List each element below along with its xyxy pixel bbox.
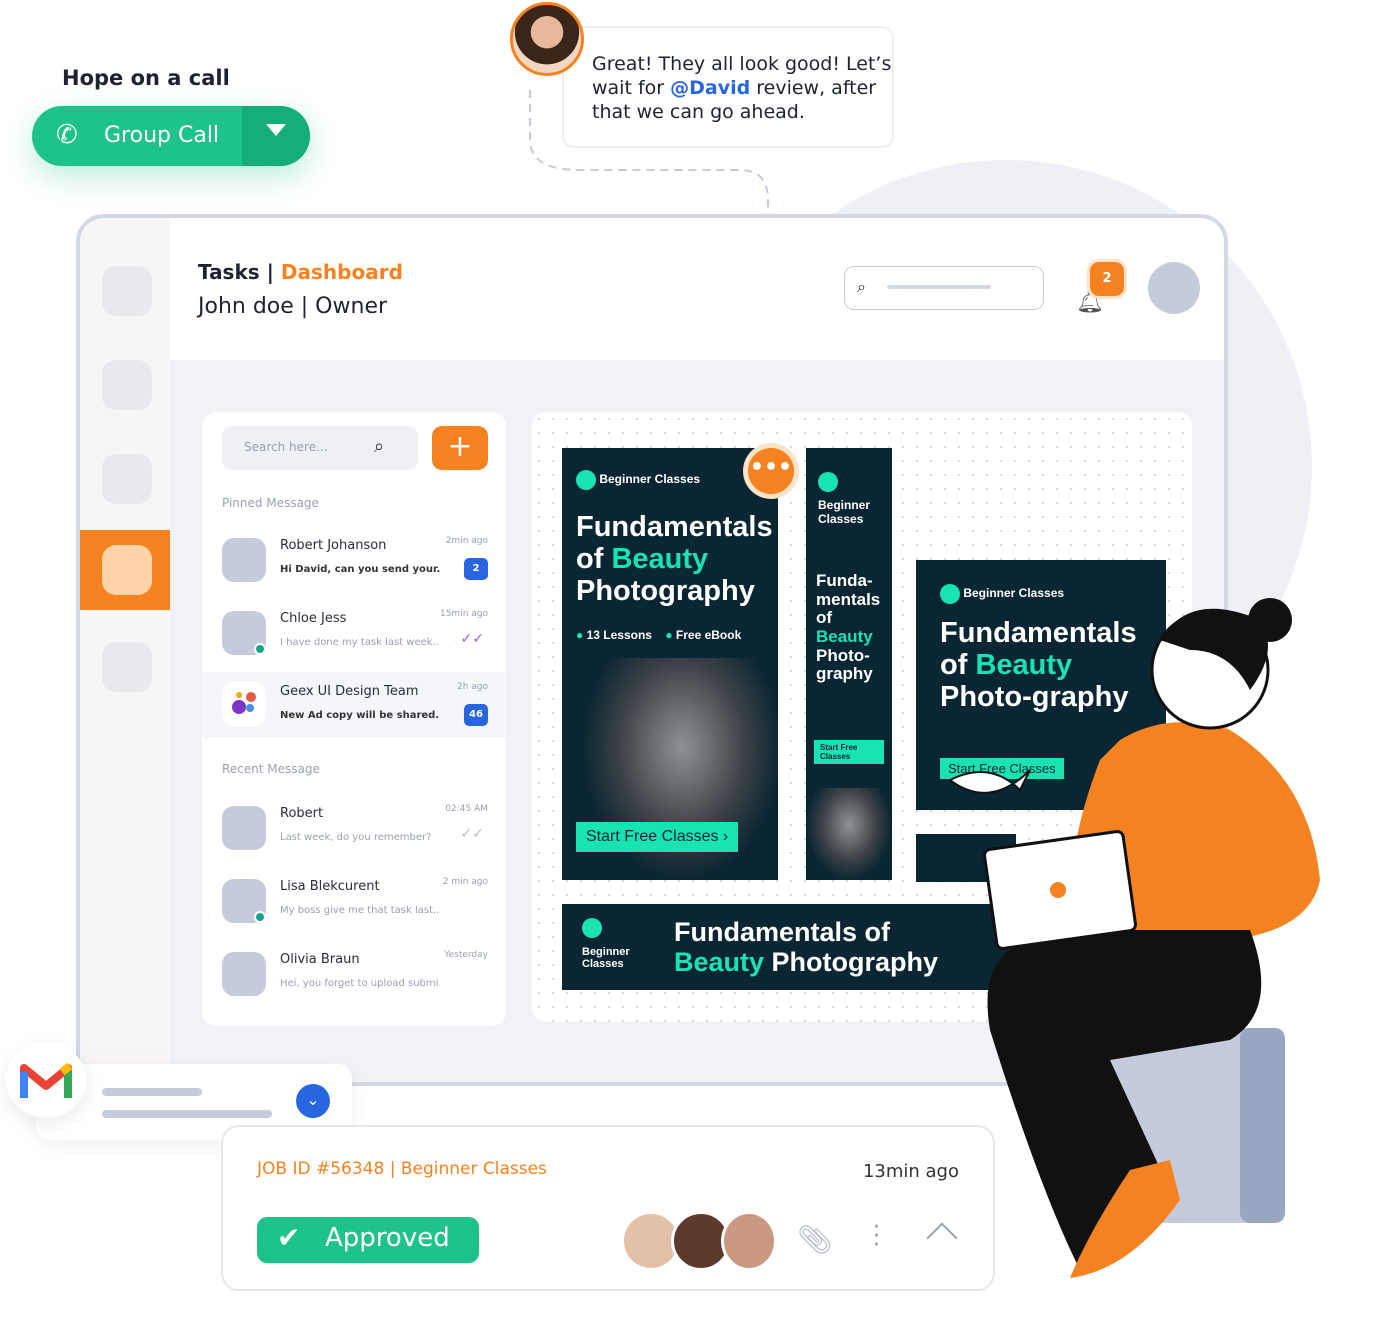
commenter-avatar: [510, 2, 584, 76]
online-indicator: [254, 643, 266, 655]
breadcrumb-dashboard[interactable]: Dashboard: [281, 260, 403, 284]
pinned-label: Pinned Message: [222, 496, 319, 510]
search-icon: ⌕: [374, 436, 385, 457]
notification-badge: 2: [1090, 262, 1124, 296]
mention-link[interactable]: @David: [670, 77, 750, 99]
caret-down-icon: [266, 124, 286, 136]
list-item[interactable]: Geex UI Design Team New Ad copy will be s…: [202, 672, 506, 738]
start-free-classes-button[interactable]: Start Free Classes ›: [576, 822, 739, 852]
ad-banner-tall[interactable]: Beginner Classes Fundamentals of Beauty …: [562, 448, 778, 880]
list-item[interactable]: Chloe Jess I have done my task last week.…: [202, 605, 506, 671]
double-check-icon: ✓✓: [460, 826, 484, 842]
job-time: 13min ago: [862, 1161, 959, 1182]
sidebar-item-5[interactable]: [102, 642, 152, 692]
sidebar-item-3[interactable]: [102, 454, 152, 504]
sidebar: [80, 218, 170, 1082]
user-role: John doe | Owner: [198, 294, 388, 319]
header: [170, 218, 1224, 360]
sidebar-item-1[interactable]: [102, 266, 152, 316]
messages-panel: Search here... ⌕ + Pinned Message Robert…: [202, 412, 506, 1026]
message-search-input[interactable]: Search here...: [222, 426, 418, 470]
chevron-down-icon[interactable]: ⌄: [296, 1084, 330, 1118]
more-vertical-icon[interactable]: · · ·: [873, 1217, 880, 1257]
gmail-icon: [6, 1042, 86, 1118]
user-avatar[interactable]: [1148, 262, 1200, 314]
unread-badge: 46: [464, 704, 488, 726]
approved-button[interactable]: ✔ Approved: [257, 1217, 479, 1263]
group-call-dropdown[interactable]: [242, 106, 310, 166]
check-icon: ✔: [277, 1221, 301, 1254]
phone-icon: ✆: [56, 120, 78, 150]
list-item[interactable]: Robert Johanson Hi David, can you send yo…: [202, 532, 506, 598]
chevron-up-icon[interactable]: [926, 1222, 958, 1254]
job-title: JOB ID #56348 | Beginner Classes: [257, 1159, 547, 1179]
breadcrumb: Tasks | Dashboard: [198, 260, 403, 284]
header-search-input[interactable]: ⌕: [844, 266, 1044, 310]
more-options-icon[interactable]: •••: [748, 448, 794, 494]
chat-bubble: Great! They all look good! Let’s wait fo…: [562, 26, 894, 148]
list-item[interactable]: Olivia Braun Hei, you forget to upload su…: [202, 946, 506, 1012]
call-heading: Hope on a call: [62, 66, 230, 90]
ad-banner-narrow[interactable]: Beginner Classes Funda-mentals of Beauty…: [806, 448, 892, 880]
paperclip-icon[interactable]: 📎︎: [797, 1223, 833, 1256]
group-call-label: Group Call: [104, 123, 220, 148]
double-check-icon: ✓✓: [460, 631, 484, 647]
recent-label: Recent Message: [222, 762, 320, 776]
group-call-button[interactable]: ✆ Group Call: [32, 106, 310, 166]
list-item[interactable]: Robert Last week, do you remember? 02:45 A…: [202, 800, 506, 866]
online-indicator: [254, 911, 266, 923]
search-icon: ⌕: [857, 277, 866, 296]
team-logo-icon: [222, 682, 266, 726]
assignee-avatar[interactable]: [721, 1211, 777, 1271]
list-item[interactable]: Lisa Blekcurent My boss give me that task…: [202, 873, 506, 939]
unread-badge: 2: [464, 558, 488, 580]
sidebar-item-2[interactable]: [102, 360, 152, 410]
sidebar-item-active[interactable]: [80, 530, 170, 610]
job-card: JOB ID #56348 | Beginner Classes 13min a…: [221, 1125, 995, 1291]
add-button[interactable]: +: [432, 426, 488, 470]
